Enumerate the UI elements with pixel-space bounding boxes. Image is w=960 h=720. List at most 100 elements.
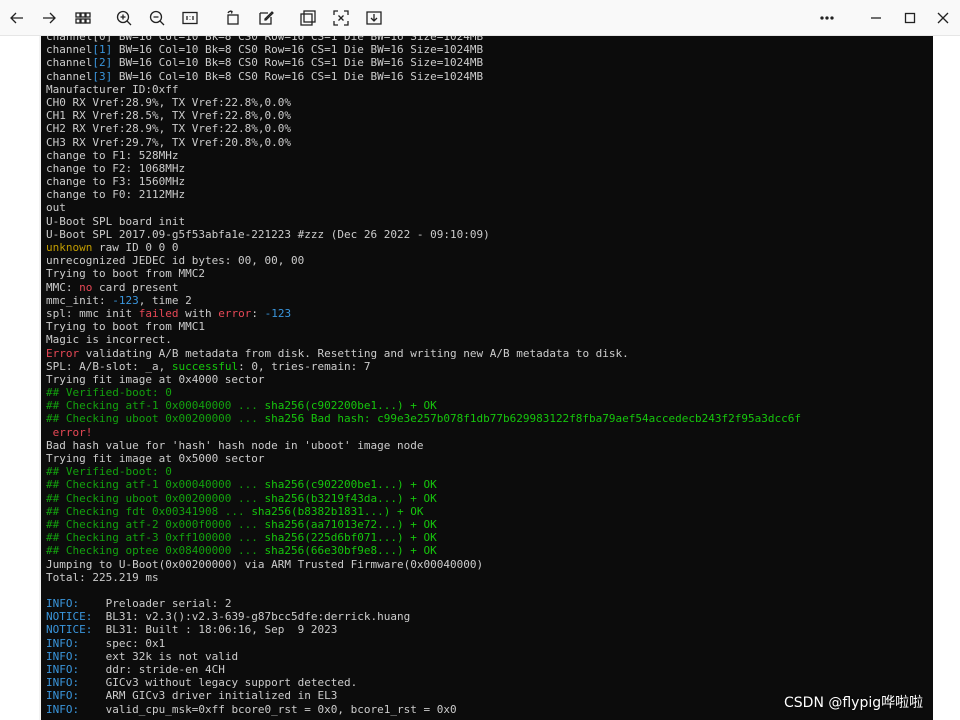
- terminal-line: ## Checking atf-3 0xff100000 ... sha256(…: [46, 531, 801, 544]
- terminal-text: validating A/B metadata from disk. Reset…: [79, 346, 629, 360]
- canvas-margin-left: [0, 36, 39, 720]
- terminal-line: CH3 RX Vref:29.7%, TX Vref:20.8%,0.0%: [46, 136, 801, 149]
- terminal-line: Magic is incorrect.: [46, 333, 801, 346]
- terminal-text: ## Checking atf-1 0x00040000 ...: [46, 478, 265, 492]
- terminal-text: -123: [112, 293, 139, 307]
- arrow-left-icon: [10, 12, 23, 24]
- terminal-line: ## Checking fdt 0x00341908 ... sha256(b8…: [46, 505, 801, 518]
- zoom-out-icon: [149, 10, 165, 26]
- terminal-text: unknown: [46, 241, 93, 254]
- save-button[interactable]: [361, 5, 387, 31]
- terminal-line: Error validating A/B metadata from disk.…: [46, 347, 801, 360]
- actual-size-button[interactable]: [177, 5, 203, 31]
- zoom-out-button[interactable]: [144, 5, 170, 31]
- terminal-text: : 0, tries-remain: 7: [238, 359, 371, 373]
- terminal-line: INFO: GICv3 without legacy support detec…: [46, 676, 801, 689]
- terminal-line: U-Boot SPL 2017.09-g5f53abfa1e-221223 #z…: [46, 228, 801, 241]
- terminal-text: :: [251, 306, 265, 320]
- terminal-text: GICv3 without legacy support detected.: [105, 676, 358, 690]
- terminal-line: NOTICE: BL31: v2.3():v2.3-639-g87bcc5dfe…: [46, 610, 801, 623]
- terminal-line: CH0 RX Vref:28.9%, TX Vref:22.8%,0.0%: [46, 96, 801, 109]
- terminal-line: NOTICE: BL31: Built : 18:06:16, Sep 9 20…: [46, 623, 801, 636]
- zoom-in-button[interactable]: [111, 5, 137, 31]
- terminal-text: Trying fit image at 0x5000 sector: [46, 452, 265, 465]
- terminal-text: CH0 RX Vref:28.9%, TX Vref:22.8%,0.0%: [46, 95, 292, 109]
- fit-button[interactable]: [328, 5, 354, 31]
- terminal-text: sha256(66e30bf9e8...) + OK: [264, 544, 437, 558]
- terminal-line: unrecognized JEDEC id bytes: 00, 00, 00: [46, 254, 801, 267]
- actual-size-icon: [182, 11, 198, 25]
- terminal-text: [2]: [92, 56, 113, 70]
- terminal-text: ## Verified-boot: 0: [46, 386, 172, 400]
- crop-button[interactable]: [295, 5, 321, 31]
- terminal-output: channel[0] BW=16 Col=10 Bk=8 CS0 Row=16 …: [46, 36, 801, 716]
- terminal-text: ## Checking atf-1 0x00040000 ...: [46, 399, 265, 413]
- terminal-text: ## Verified-boot: 0: [46, 465, 172, 479]
- terminal-line: ## Verified-boot: 0: [46, 386, 801, 399]
- more-icon: [820, 16, 834, 20]
- terminal-line: change to F0: 2112MHz: [46, 188, 801, 201]
- download-icon: [366, 11, 382, 25]
- terminal-text: SPL: A/B-slot: _a,: [46, 359, 172, 373]
- terminal-text: BL31: v2.3():v2.3-639-g87bcc5dfe:derrick…: [105, 610, 411, 624]
- terminal-text: card present: [92, 280, 179, 294]
- terminal-text: ddr: stride-en 4CH: [105, 663, 225, 676]
- terminal-line: INFO: spec: 0x1: [46, 637, 801, 650]
- terminal-line: MMC: no card present: [46, 281, 801, 294]
- terminal-line: change to F1: 528MHz: [46, 149, 801, 162]
- terminal-text: MMC:: [46, 280, 80, 294]
- terminal-text: ## Checking uboot 0x00200000 ...: [46, 412, 265, 426]
- terminal-text: spl: mmc init: [46, 306, 139, 320]
- terminal-text: NOTICE:: [46, 623, 106, 637]
- forward-button[interactable]: [36, 5, 62, 31]
- terminal-text: with: [178, 306, 219, 320]
- terminal-text: raw ID 0 0 0: [92, 241, 179, 254]
- terminal-text: ## Checking atf-3 0xff100000 ...: [46, 531, 265, 545]
- terminal-text: INFO:: [46, 689, 106, 703]
- terminal-line: Bad hash value for 'hash' hash node in '…: [46, 439, 801, 452]
- terminal-line: Trying fit image at 0x5000 sector: [46, 452, 801, 465]
- terminal-text: spec: 0x1: [105, 636, 166, 650]
- terminal-line: Trying fit image at 0x4000 sector: [46, 373, 801, 386]
- terminal-text: Bad hash value for 'hash' hash node in '…: [46, 438, 424, 452]
- thumbnails-button[interactable]: [70, 5, 96, 31]
- edit-button[interactable]: [253, 5, 279, 31]
- terminal-text: Trying to boot from MMC2: [46, 267, 205, 281]
- terminal-text: Magic is incorrect.: [46, 333, 172, 347]
- maximize-icon: [904, 12, 916, 24]
- terminal-line: ## Checking atf-1 0x00040000 ... sha256(…: [46, 478, 801, 491]
- terminal-text: mmc_init:: [46, 293, 113, 307]
- terminal-text: channel[0] BW=16 Col=10 Bk=8 CS0 Row=16 …: [46, 36, 484, 43]
- terminal-line: ## Checking uboot 0x00200000 ... sha256(…: [46, 492, 801, 505]
- terminal-line: INFO: ARM GICv3 driver initialized in EL…: [46, 689, 801, 702]
- terminal-line: INFO: ext 32k is not valid: [46, 650, 801, 663]
- minimize-button[interactable]: [863, 5, 889, 31]
- terminal-text: ## Checking uboot 0x00200000 ...: [46, 491, 265, 505]
- terminal-text: BW=16 Col=10 Bk=8 CS0 Row=16 CS=1 Die BW…: [112, 43, 484, 57]
- terminal-line: INFO: Preloader serial: 2: [46, 597, 801, 610]
- terminal-line: unknown raw ID 0 0 0: [46, 241, 801, 254]
- terminal-text: [3]: [92, 69, 113, 83]
- terminal-line: change to F3: 1560MHz: [46, 175, 801, 188]
- terminal-text: [1]: [92, 43, 113, 57]
- terminal-screenshot: channel[0] BW=16 Col=10 Bk=8 CS0 Row=16 …: [39, 36, 933, 720]
- terminal-text: INFO:: [46, 702, 106, 716]
- watermark: CSDN @flypig哗啦啦: [784, 695, 924, 711]
- terminal-text: BL31: Built : 18:06:16, Sep 9 2023: [105, 623, 338, 637]
- terminal-line: ## Checking uboot 0x00200000 ... sha256 …: [46, 412, 801, 425]
- terminal-text: CH3 RX Vref:29.7%, TX Vref:20.8%,0.0%: [46, 135, 292, 149]
- maximize-button[interactable]: [897, 5, 923, 31]
- terminal-text: Trying fit image at 0x4000 sector: [46, 372, 265, 386]
- terminal-text: sha256(c902200be1...) + OK: [264, 478, 437, 492]
- more-button[interactable]: [814, 5, 840, 31]
- close-icon: [937, 12, 949, 24]
- rotate-button[interactable]: [220, 5, 246, 31]
- back-button[interactable]: [4, 5, 30, 31]
- terminal-line: out: [46, 201, 801, 214]
- terminal-text: , time 2: [138, 293, 192, 307]
- terminal-text: INFO:: [46, 676, 106, 690]
- terminal-text: CH2 RX Vref:28.9%, TX Vref:22.8%,0.0%: [46, 122, 292, 136]
- viewer-toolbar: [0, 0, 960, 36]
- terminal-text: unrecognized JEDEC id bytes: 00, 00, 00: [46, 254, 305, 268]
- close-button[interactable]: [930, 5, 956, 31]
